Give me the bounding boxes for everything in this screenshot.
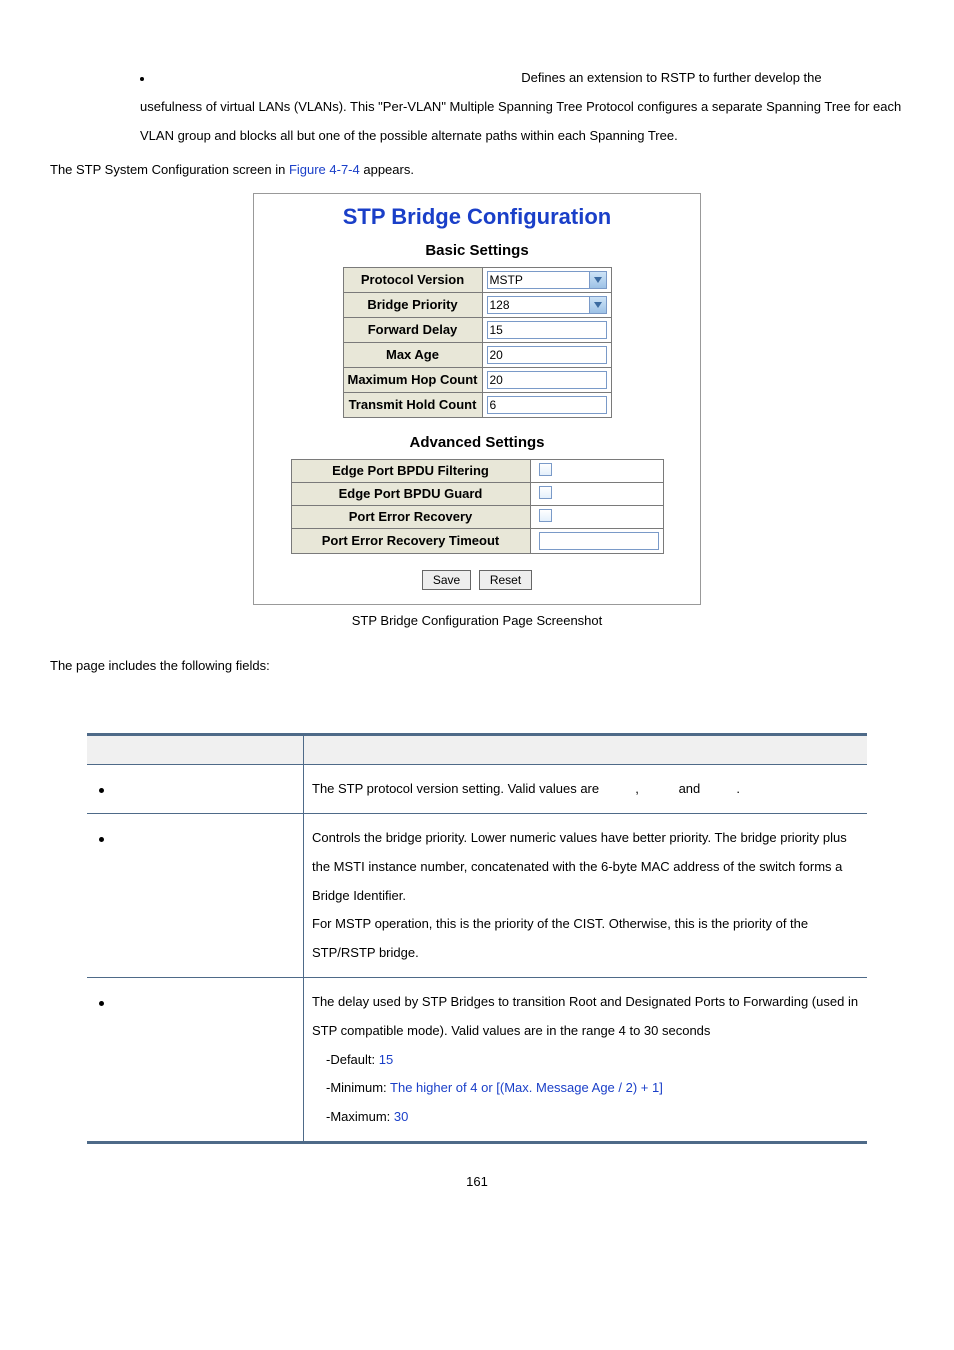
field-desc-cell: The delay used by STP Bridges to transit… — [304, 978, 868, 1143]
reset-button[interactable]: Reset — [479, 570, 532, 590]
field-object-cell — [87, 978, 304, 1143]
select-0[interactable]: MSTP — [487, 271, 607, 289]
adv-row-label: Edge Port BPDU Filtering — [291, 459, 530, 482]
config-title: STP Bridge Configuration — [262, 200, 692, 238]
advanced-settings-table: Edge Port BPDU FilteringEdge Port BPDU G… — [291, 459, 664, 554]
input-2[interactable] — [487, 321, 607, 339]
adv-row-label: Port Error Recovery — [291, 505, 530, 528]
save-button[interactable]: Save — [422, 570, 471, 590]
intro-outer: The STP System Configuration screen in F… — [50, 156, 904, 185]
chevron-down-icon — [589, 297, 606, 313]
basic-row-label: Max Age — [343, 342, 482, 367]
field-object-cell — [87, 764, 304, 814]
select-1[interactable]: 128 — [487, 296, 607, 314]
intro-line1-right: Defines an extension to RSTP to further … — [521, 70, 821, 85]
checkbox-1[interactable] — [539, 486, 552, 499]
intro-paragraph: usefulness of virtual LANs (VLANs). This… — [140, 93, 904, 150]
basic-row-label: Forward Delay — [343, 317, 482, 342]
checkbox-0[interactable] — [539, 463, 552, 476]
figure-caption: STP Bridge Configuration Page Screenshot — [50, 613, 904, 628]
bullet-icon — [99, 837, 104, 842]
page-number: 161 — [0, 1144, 954, 1199]
field-object-cell — [87, 814, 304, 978]
fields-intro: The page includes the following fields: — [50, 658, 904, 673]
field-desc-cell: Controls the bridge priority. Lower nume… — [304, 814, 868, 978]
checkbox-2[interactable] — [539, 509, 552, 522]
basic-settings-title: Basic Settings — [262, 238, 692, 267]
figure-link[interactable]: Figure 4-7-4 — [289, 162, 360, 177]
chevron-down-icon — [589, 272, 606, 288]
advanced-settings-title: Advanced Settings — [262, 430, 692, 459]
bullet-icon — [99, 788, 104, 793]
basic-row-label: Protocol Version — [343, 267, 482, 292]
basic-row-label: Maximum Hop Count — [343, 367, 482, 392]
input-5[interactable] — [487, 396, 607, 414]
input-4[interactable] — [487, 371, 607, 389]
bullet-icon — [99, 1001, 104, 1006]
input-3[interactable] — [487, 346, 607, 364]
field-desc-cell: The STP protocol version setting. Valid … — [304, 764, 868, 814]
adv-input-3[interactable] — [539, 532, 659, 550]
stp-config-box: STP Bridge Configuration Basic Settings … — [253, 193, 701, 605]
basic-settings-table: Protocol Version MSTP Bridge Priority 128 Fo… — [343, 267, 612, 418]
bullet-icon — [140, 77, 144, 81]
basic-row-label: Bridge Priority — [343, 292, 482, 317]
fields-table: The STP protocol version setting. Valid … — [87, 733, 867, 1145]
adv-row-label: Port Error Recovery Timeout — [291, 528, 530, 553]
basic-row-label: Transmit Hold Count — [343, 392, 482, 417]
adv-row-label: Edge Port BPDU Guard — [291, 482, 530, 505]
